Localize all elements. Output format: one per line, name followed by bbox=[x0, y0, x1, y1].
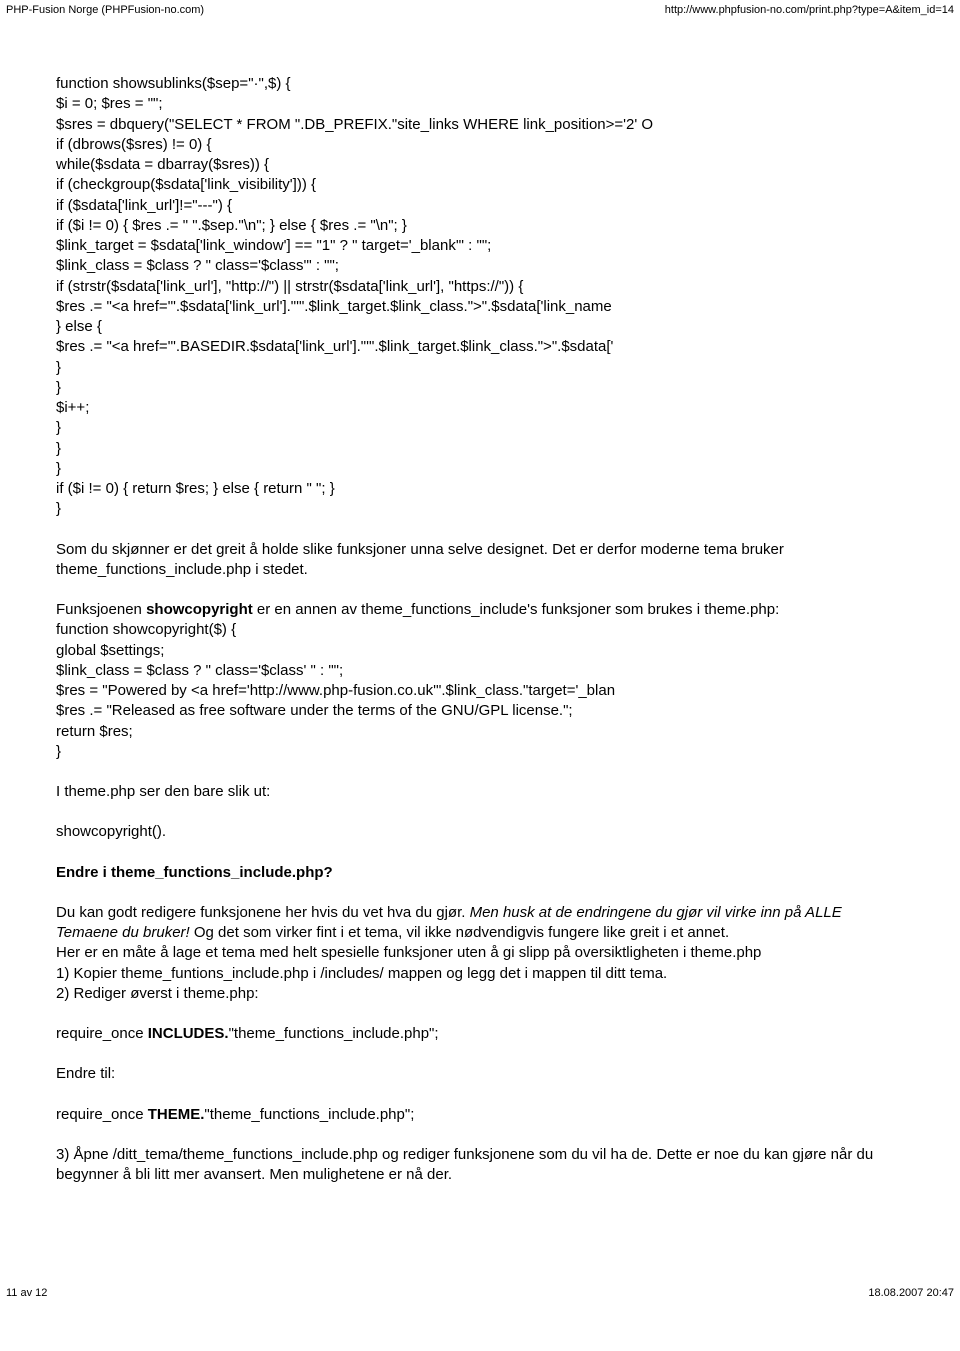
site-title: PHP-Fusion Norge (PHPFusion-no.com) bbox=[6, 4, 204, 16]
req1-before: require_once bbox=[56, 1025, 148, 1042]
page-url: http://www.phpfusion-no.com/print.php?ty… bbox=[665, 4, 954, 16]
spacer bbox=[0, 1245, 960, 1285]
paragraph-step3: 3) Åpne /ditt_tema/theme_functions_inclu… bbox=[56, 1145, 904, 1186]
req2-bold: THEME. bbox=[148, 1106, 205, 1123]
paragraph-theme-usage: I theme.php ser den bare slik ut: bbox=[56, 782, 904, 802]
text-after: er en annen av theme_functions_include's… bbox=[253, 601, 780, 618]
req1-after: "theme_functions_include.php"; bbox=[229, 1025, 439, 1042]
code-require-includes: require_once INCLUDES."theme_functions_i… bbox=[56, 1024, 904, 1044]
code-block-showsublinks: function showsublinks($sep="·",$) { $i =… bbox=[56, 74, 904, 520]
req1-bold: INCLUDES. bbox=[148, 1025, 229, 1042]
print-header: PHP-Fusion Norge (PHPFusion-no.com) http… bbox=[0, 0, 960, 18]
page-count: 11 av 12 bbox=[6, 1287, 47, 1299]
text-line3: 1) Kopier theme_funtions_include.php i /… bbox=[56, 965, 667, 982]
print-footer: 11 av 12 18.08.2007 20:47 bbox=[0, 1285, 960, 1303]
paragraph-call-example: showcopyright(). bbox=[56, 822, 904, 842]
article-content: function showsublinks($sep="·",$) { $i =… bbox=[0, 18, 960, 1245]
text-line2: Her er en måte å lage et tema med helt s… bbox=[56, 944, 761, 961]
req2-before: require_once bbox=[56, 1106, 148, 1123]
text-line1-before: Du kan godt redigere funksjonene her hvi… bbox=[56, 904, 470, 921]
timestamp: 18.08.2007 20:47 bbox=[868, 1287, 954, 1299]
paragraph-edit-instructions: Du kan godt redigere funksjonene her hvi… bbox=[56, 903, 904, 1004]
text-line4: 2) Rediger øverst i theme.php: bbox=[56, 985, 259, 1002]
code-require-theme: require_once THEME."theme_functions_incl… bbox=[56, 1105, 904, 1125]
text-bold-showcopyright: showcopyright bbox=[146, 601, 253, 618]
text-before: Funksjoenen bbox=[56, 601, 146, 618]
paragraph-change-to: Endre til: bbox=[56, 1064, 904, 1084]
paragraph-showcopyright-intro: Funksjoenen showcopyright er en annen av… bbox=[56, 600, 904, 762]
heading-edit-include: Endre i theme_functions_include.php? bbox=[56, 863, 904, 883]
paragraph-explain-design: Som du skjønner er det greit å holde sli… bbox=[56, 540, 904, 581]
req2-after: "theme_functions_include.php"; bbox=[204, 1106, 414, 1123]
text-line1-after: Og det som virker fint i et tema, vil ik… bbox=[190, 924, 729, 941]
code-block-showcopyright: function showcopyright($) { global $sett… bbox=[56, 620, 904, 762]
